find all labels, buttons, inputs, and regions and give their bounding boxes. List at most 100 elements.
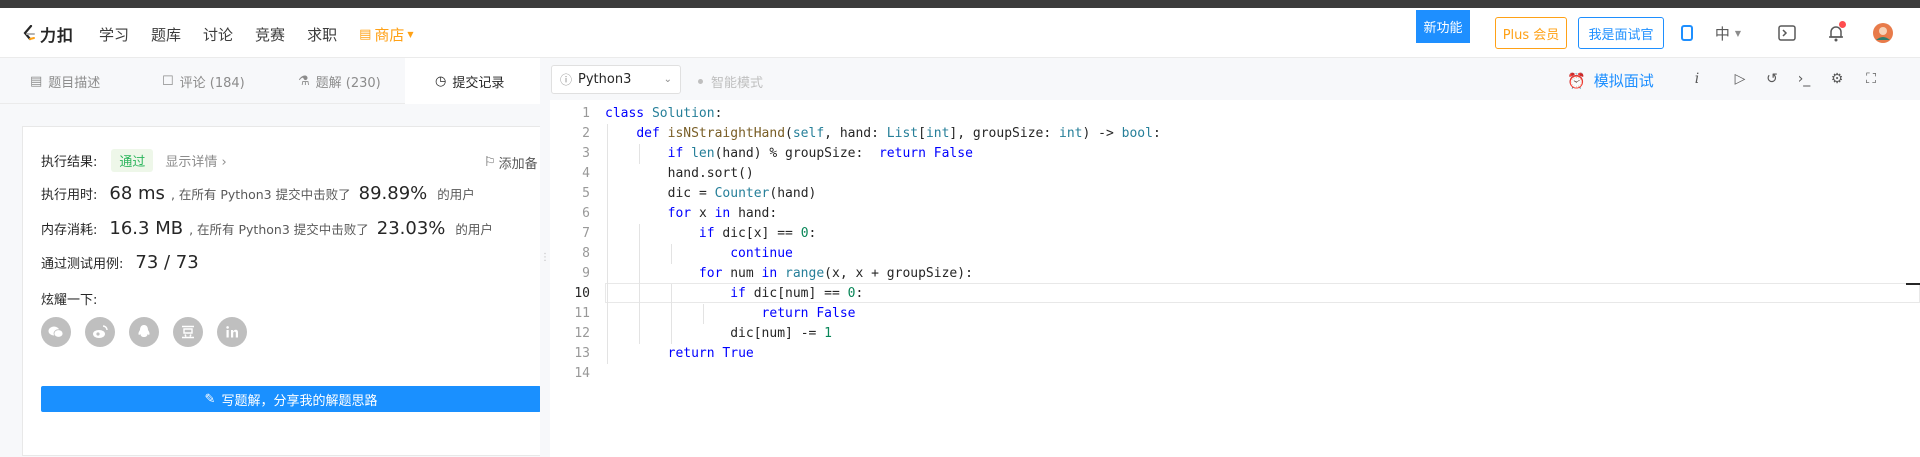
douban-icon[interactable] [173,317,203,347]
nav-discuss[interactable]: 讨论 [203,24,233,45]
write-solution-label: 写题解，分享我的解题思路 [221,393,378,409]
smart-mode-label: 智能模式 [711,76,764,91]
line-number: 14 [574,366,590,381]
testcases-value: 73 / 73 [135,252,199,273]
line-number: 13 [574,346,590,361]
code-line[interactable]: return True [605,344,754,364]
leetcode-logo[interactable]: 力扣 [22,22,74,46]
status-badge: 通过 [111,149,154,172]
code-line[interactable]: dic[num] -= 1 [605,324,832,344]
testcases-row: 通过测试用例: 73 / 73 [41,252,205,273]
nav-store-label: 商店 [374,26,405,44]
line-number: 4 [582,166,590,181]
settings-icon[interactable]: ⚙ [1827,70,1847,88]
language-select[interactable]: ⓘ Python3 ⌄ [551,65,681,94]
problem-tabs: ▤ 题目描述 ☐ 评论 (184) ⚗ 题解 (230) ◷ 提交记录 [0,58,540,104]
description-icon: ▤ [30,73,43,89]
new-feature-badge[interactable]: 新功能 [1416,10,1470,43]
nav-contest[interactable]: 竞赛 [255,24,285,45]
mock-interview-button[interactable]: ⏰ 模拟面试 [1567,70,1654,91]
info-icon: ⓘ [560,73,573,87]
show-details-label: 显示详情 [165,155,218,170]
share-label: 炫耀一下: [41,293,98,308]
panel-splitter[interactable]: ⋮ [540,58,550,457]
line-number: 3 [582,146,590,161]
code-area[interactable]: class Solution: def isNStraightHand(self… [605,100,1905,457]
scrollbar-marker[interactable] [1906,283,1920,285]
playground-icon[interactable] [1776,22,1798,44]
fullscreen-icon[interactable]: ⛶ [1861,70,1881,88]
memory-row: 内存消耗: 16.3 MB , 在所有 Python3 提交中击败了 23.03… [41,218,493,239]
share-icons [41,317,247,347]
tab-submissions-label: 提交记录 [452,75,505,91]
code-line[interactable]: hand.sort() [605,164,754,184]
line-number: 6 [582,206,590,221]
chevron-down-icon: ▼ [407,30,414,39]
status-row: 执行结果: 通过 显示详情 › [41,149,227,172]
memory-percent: 23.03% [376,218,446,239]
code-line[interactable]: if dic[x] == 0: [605,224,816,244]
nav-problems[interactable]: 题库 [151,24,181,45]
show-details-link[interactable]: 显示详情 › [165,151,226,170]
editor-toolbar: ⓘ Python3 ⌄ 智能模式 ⏰ 模拟面试 i ▷ ↺ ›_ ⚙ ⛶ [550,58,1920,100]
language-label: 中 [1714,24,1730,43]
code-line[interactable]: class Solution: [605,104,722,124]
top-navbar: 力扣 学习 题库 讨论 竞赛 求职 ▤ 商店 ▼ 新功能 Plus 会员 我是面… [0,8,1920,58]
testcases-label: 通过测试用例: [41,257,124,272]
weibo-icon[interactable] [85,317,115,347]
code-line[interactable]: def isNStraightHand(self, hand: List[int… [605,124,1160,144]
qq-icon[interactable] [129,317,159,347]
avatar[interactable] [1872,22,1894,44]
add-note-button[interactable]: ⚐ 添加备 [484,153,538,172]
code-editor[interactable]: 1 2 3 4 5 6 7 8 9 10 11 12 13 14 class S… [550,100,1920,457]
memory-tail: 的用户 [455,222,493,237]
code-line[interactable]: return False [605,304,856,324]
alarm-clock-icon: ⏰ [1567,71,1586,90]
tab-description[interactable]: ▤ 题目描述 [30,58,100,104]
nav-store[interactable]: ▤ 商店 ▼ [359,24,413,45]
plus-member-button[interactable]: Plus 会员 [1495,17,1567,49]
nav-jobs[interactable]: 求职 [307,24,337,45]
tab-solutions-label: 题解 (230) [315,75,381,91]
language-switch[interactable]: 中 ▼ [1708,22,1748,44]
store-icon: ▤ [359,27,372,42]
console-icon[interactable]: ›_ [1794,70,1814,88]
line-number: 7 [582,226,590,241]
tab-solutions[interactable]: ⚗ 题解 (230) [298,58,381,104]
smart-mode-toggle[interactable]: 智能模式 [698,72,763,91]
interviewer-button[interactable]: 我是面试官 [1578,17,1664,49]
runtime-label: 执行用时: [41,188,98,203]
line-number: 1 [582,106,590,121]
code-line[interactable]: dic = Counter(hand) [605,184,817,204]
leetcode-logo-icon [23,25,35,41]
tab-comments[interactable]: ☐ 评论 (184) [162,58,245,104]
comment-icon: ☐ [162,73,174,89]
run-flag-icon[interactable]: ▷ [1730,70,1750,88]
line-number: 12 [574,326,590,341]
flask-icon: ⚗ [298,73,310,89]
pencil-icon: ✎ [204,391,216,407]
nav-learn[interactable]: 学习 [99,24,129,45]
info-italic-icon[interactable]: i [1687,70,1707,88]
tab-submissions[interactable]: ◷ 提交记录 [405,58,540,104]
reset-icon[interactable]: ↺ [1762,70,1782,88]
tab-description-label: 题目描述 [48,75,101,91]
code-line[interactable]: for num in range(x, x + groupSize): [605,264,973,284]
language-select-value: Python3 [578,72,632,87]
wechat-icon[interactable] [41,317,71,347]
linkedin-icon[interactable] [217,317,247,347]
write-solution-button[interactable]: ✎ 写题解，分享我的解题思路 [41,386,541,412]
memory-beat-text: , 在所有 Python3 提交中击败了 [189,222,369,237]
tab-comments-label: 评论 (184) [179,75,245,91]
mock-interview-label: 模拟面试 [1593,72,1654,90]
window-top-strip [0,0,1920,8]
code-line[interactable]: if len(hand) % groupSize: return False [605,144,973,164]
code-line[interactable]: if dic[num] == 0: [605,284,863,304]
line-number: 5 [582,186,590,201]
mobile-icon[interactable] [1676,22,1698,44]
code-line[interactable]: for x in hand: [605,204,778,224]
code-line[interactable]: continue [605,244,793,264]
notification-bell-icon[interactable] [1825,21,1847,44]
runtime-percent: 89.89% [358,183,428,204]
chevron-down-icon: ⌄ [663,74,672,85]
